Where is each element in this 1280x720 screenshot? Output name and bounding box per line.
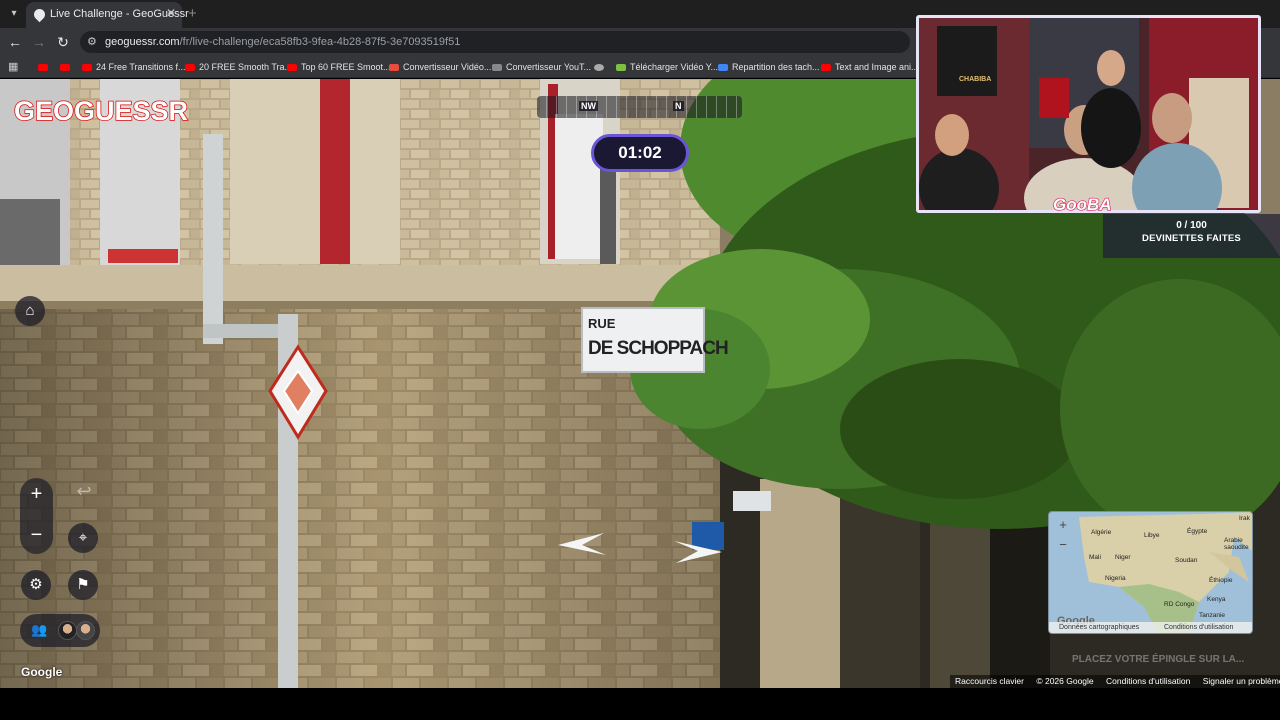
return-to-start-icon[interactable]: ⌂: [15, 296, 45, 326]
webcam-poster-text: CHABIBA: [959, 76, 992, 83]
players-panel[interactable]: 👥: [20, 614, 100, 647]
bookmark-item[interactable]: Text and Image ani...: [821, 59, 919, 75]
map-label: Tanzanie: [1199, 612, 1226, 619]
zoom-in-button[interactable]: +: [20, 479, 53, 509]
globe-icon: [594, 64, 604, 72]
map-label: RD Congo: [1164, 601, 1195, 608]
address-bar[interactable]: ⚙ geoguessr.com/fr/live-challenge/eca58f…: [80, 31, 910, 53]
map-label: Algérie: [1091, 529, 1112, 536]
compass-ticks: [537, 96, 742, 118]
street-sign: RUE DE SCHOPPACH: [584, 310, 729, 370]
youtube-icon: [38, 64, 48, 72]
convertio-icon: [389, 64, 399, 72]
keyboard-shortcuts-link[interactable]: Raccourcis clavier: [955, 676, 1024, 686]
webcam-image: [919, 18, 1258, 210]
streamer-webcam: CHABIBA: [916, 15, 1261, 213]
google-watermark: Google: [21, 665, 63, 679]
guess-minimap[interactable]: + − Algérie Libye Égypte Irak Arabie sao…: [1048, 511, 1253, 634]
guesses-label: DEVINETTES FAITES: [1142, 233, 1241, 244]
zoom-control: + −: [20, 478, 53, 554]
youtube-icon: [60, 64, 70, 72]
site-info-icon[interactable]: ⚙: [87, 35, 101, 49]
map-label: Niger: [1115, 554, 1131, 561]
minimap-zoom-in-button[interactable]: +: [1056, 518, 1070, 532]
avatar: [76, 621, 95, 640]
forward-icon[interactable]: →: [30, 33, 48, 51]
map-label: Mali: [1089, 554, 1101, 561]
browser-tab[interactable]: Live Challenge - GeoGuessr ✕: [26, 2, 189, 28]
url-text: geoguessr.com/fr/live-challenge/eca58fb3…: [105, 36, 461, 48]
bookmark-item[interactable]: [60, 59, 74, 75]
youtube-icon: [82, 64, 92, 72]
geoguessr-favicon-icon: [31, 6, 48, 23]
minimap-footer: Données cartographiques Conditions d'uti…: [1049, 622, 1252, 633]
bookmark-item[interactable]: Convertisseur Vidéo...: [389, 59, 491, 75]
terms-link[interactable]: Conditions d'utilisation: [1106, 676, 1190, 686]
bookmark-item[interactable]: Télécharger Vidéo Y...: [616, 59, 718, 75]
compass-label-n: N: [673, 101, 684, 111]
place-pin-hint: PLACEZ VOTRE ÉPINGLE SUR LA...: [1072, 654, 1245, 665]
apps-grid-icon[interactable]: ▦: [8, 60, 18, 73]
tab-close-icon[interactable]: ✕: [166, 6, 176, 20]
location-pin-icon[interactable]: ⌖: [68, 523, 98, 553]
map-label: Éthiopie: [1209, 577, 1233, 584]
compass: NW N: [537, 96, 742, 118]
guesses-count: 0 / 100: [1176, 220, 1207, 231]
map-label: Égypte: [1187, 528, 1208, 535]
avatar: [58, 621, 77, 640]
map-label: Libye: [1144, 532, 1160, 539]
bookmark-item[interactable]: Repartition des tach...: [718, 59, 820, 75]
map-label: Kenya: [1207, 596, 1226, 603]
map-label: Irak: [1239, 515, 1250, 522]
map-label: Soudan: [1175, 557, 1198, 564]
youtube-icon: [185, 64, 195, 72]
minimap-zoom-out-button[interactable]: −: [1056, 538, 1070, 552]
geoguessr-logo[interactable]: GEOGUESSR: [13, 95, 189, 127]
google-footer: Raccourcis clavier © 2026 Google Conditi…: [955, 676, 1280, 688]
new-tab-icon[interactable]: +: [188, 5, 197, 22]
doc-icon: [718, 64, 728, 72]
map-terms-link[interactable]: Conditions d'utilisation: [1164, 622, 1233, 633]
report-problem-link[interactable]: Signaler un problème: [1203, 676, 1280, 686]
download-icon: [616, 64, 626, 72]
bookmark-item[interactable]: [38, 59, 52, 75]
tab-search-icon[interactable]: ▾: [4, 4, 24, 24]
copyright-text: © 2026 Google: [1036, 676, 1094, 686]
back-icon[interactable]: ←: [6, 33, 24, 51]
map-label: Nigeria: [1105, 575, 1126, 582]
bookmark-item[interactable]: Convertisseur YouT...: [492, 59, 591, 75]
bottom-letterbox: [0, 688, 1280, 720]
youtube-icon: [821, 64, 831, 72]
bookmark-item[interactable]: 20 FREE Smooth Tra...: [185, 59, 292, 75]
checkpoint-flag-icon[interactable]: ⚑: [68, 570, 98, 600]
guesses-counter: 0 / 100 DEVINETTES FAITES: [1103, 214, 1280, 258]
bookmark-item[interactable]: 24 Free Transitions f...: [82, 59, 186, 75]
stream-overlay-text: GooBA: [1052, 194, 1112, 214]
reload-icon[interactable]: ↻: [54, 33, 72, 51]
players-icon: 👥: [31, 622, 48, 637]
bookmark-item[interactable]: Top 60 FREE Smoot...: [287, 59, 391, 75]
bookmark-item[interactable]: [594, 59, 608, 75]
compass-label-nw: NW: [579, 101, 598, 111]
settings-gear-icon[interactable]: ⚙: [21, 570, 51, 600]
map-data-link[interactable]: Données cartographiques: [1059, 622, 1139, 633]
street-sign-line2: DE SCHOPPACH: [588, 338, 729, 359]
zoom-out-button[interactable]: −: [20, 520, 53, 550]
converter-icon: [492, 64, 502, 72]
undo-move-icon[interactable]: ↩: [70, 481, 98, 503]
round-timer: 01:02: [591, 134, 689, 172]
map-label: Arabie saoudite: [1224, 537, 1249, 551]
street-sign-line1: RUE: [588, 316, 616, 331]
youtube-icon: [287, 64, 297, 72]
